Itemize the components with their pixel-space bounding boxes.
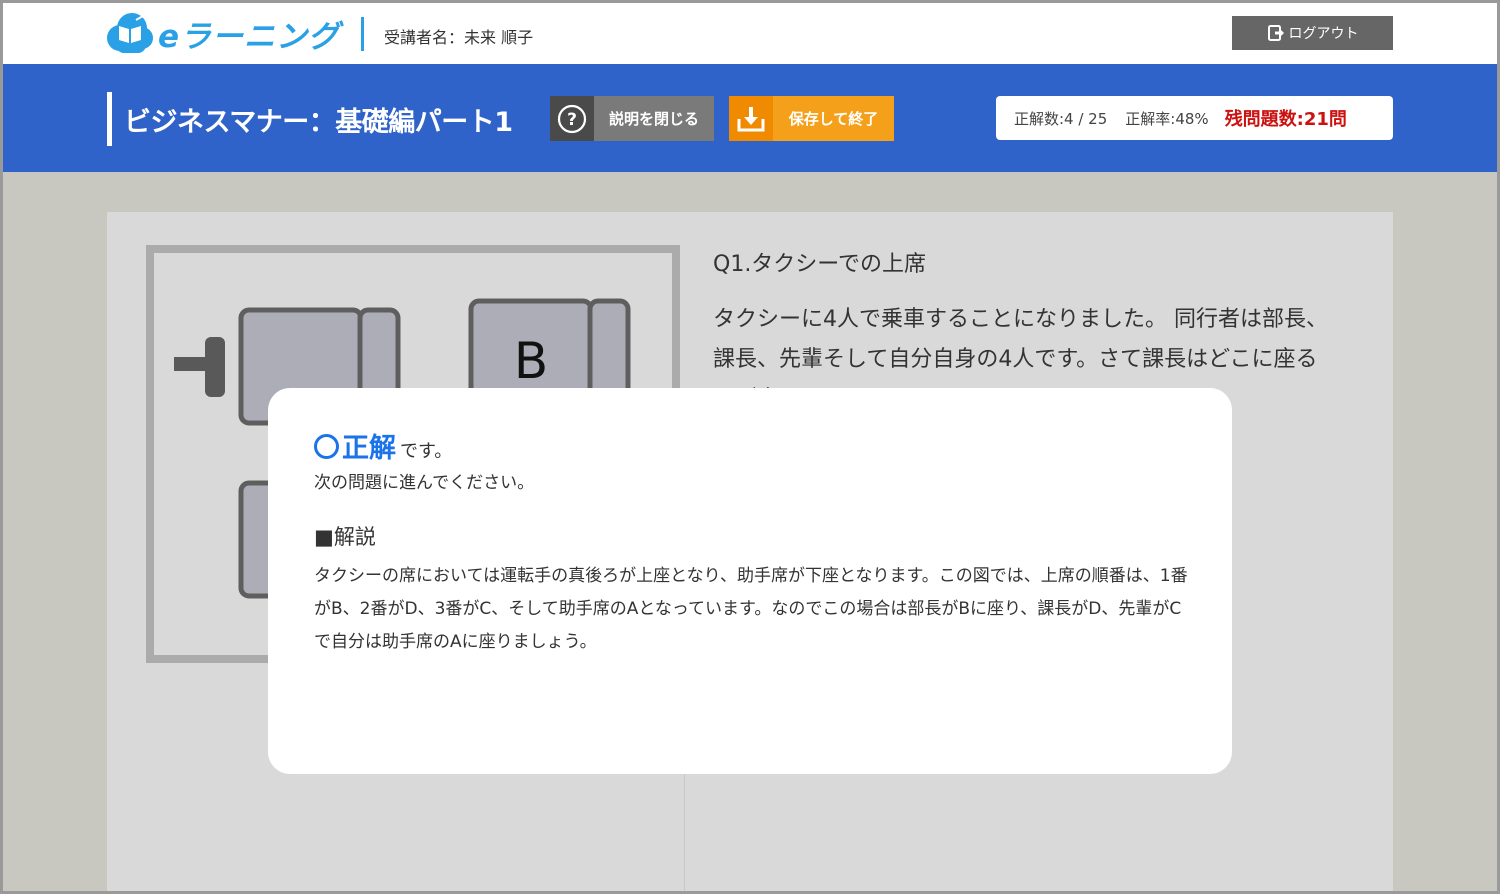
save-and-exit-label: 保存して終了	[788, 110, 879, 128]
remaining-questions: 残問題数:21問	[1224, 109, 1347, 130]
close-explanation-button[interactable]: ? 説明を閉じる	[550, 96, 714, 141]
title-accent-bar	[107, 92, 112, 146]
top-header: eラーニング 受講者名：未来 順子 ログアウト	[0, 0, 1500, 64]
explanation-heading: ■解説	[314, 525, 376, 549]
close-explanation-label: 説明を閉じる	[608, 110, 699, 128]
logo-text: eラーニング	[158, 18, 341, 55]
steering-wheel-icon	[174, 357, 210, 371]
logout-label: ログアウト	[1288, 26, 1359, 42]
logout-button[interactable]: ログアウト	[1232, 16, 1393, 50]
next-question-message: 次の問題に進んでください。	[314, 473, 535, 493]
answer-result-modal: 正解 です。 次の問題に進んでください。 ■解説 タクシーの席においては運転手の…	[268, 388, 1232, 774]
svg-text:?: ?	[567, 110, 577, 130]
save-and-exit-button[interactable]: 保存して終了	[729, 96, 894, 141]
cloud-book-icon	[106, 10, 154, 56]
download-icon	[729, 96, 773, 141]
score-summary: 正解数:4 / 25 正解率:48% 残問題数:21問	[996, 96, 1393, 140]
header-divider	[361, 17, 364, 51]
result-line: 正解 です。	[314, 426, 452, 465]
explanation-text: タクシーの席においては運転手の真後ろが上座となり、助手席が下座となります。この図…	[314, 566, 1188, 652]
result-verdict: 正解	[314, 426, 396, 465]
logo[interactable]: eラーニング	[106, 11, 340, 55]
question-circle-icon: ?	[550, 96, 594, 141]
logout-icon	[1267, 25, 1284, 41]
result-suffix: です。	[400, 441, 453, 462]
trainee-name: 受講者名：未来 順子	[384, 28, 534, 47]
question-title: Q1.タクシーでの上席	[713, 252, 926, 277]
course-title: ビジネスマナー：基礎編パート1	[124, 107, 513, 138]
seat-b-label: B	[514, 332, 548, 390]
correct-count: 正解数:4 / 25	[1014, 109, 1108, 128]
correct-rate: 正解率:48%	[1125, 109, 1209, 128]
correct-circle-icon	[314, 434, 339, 459]
